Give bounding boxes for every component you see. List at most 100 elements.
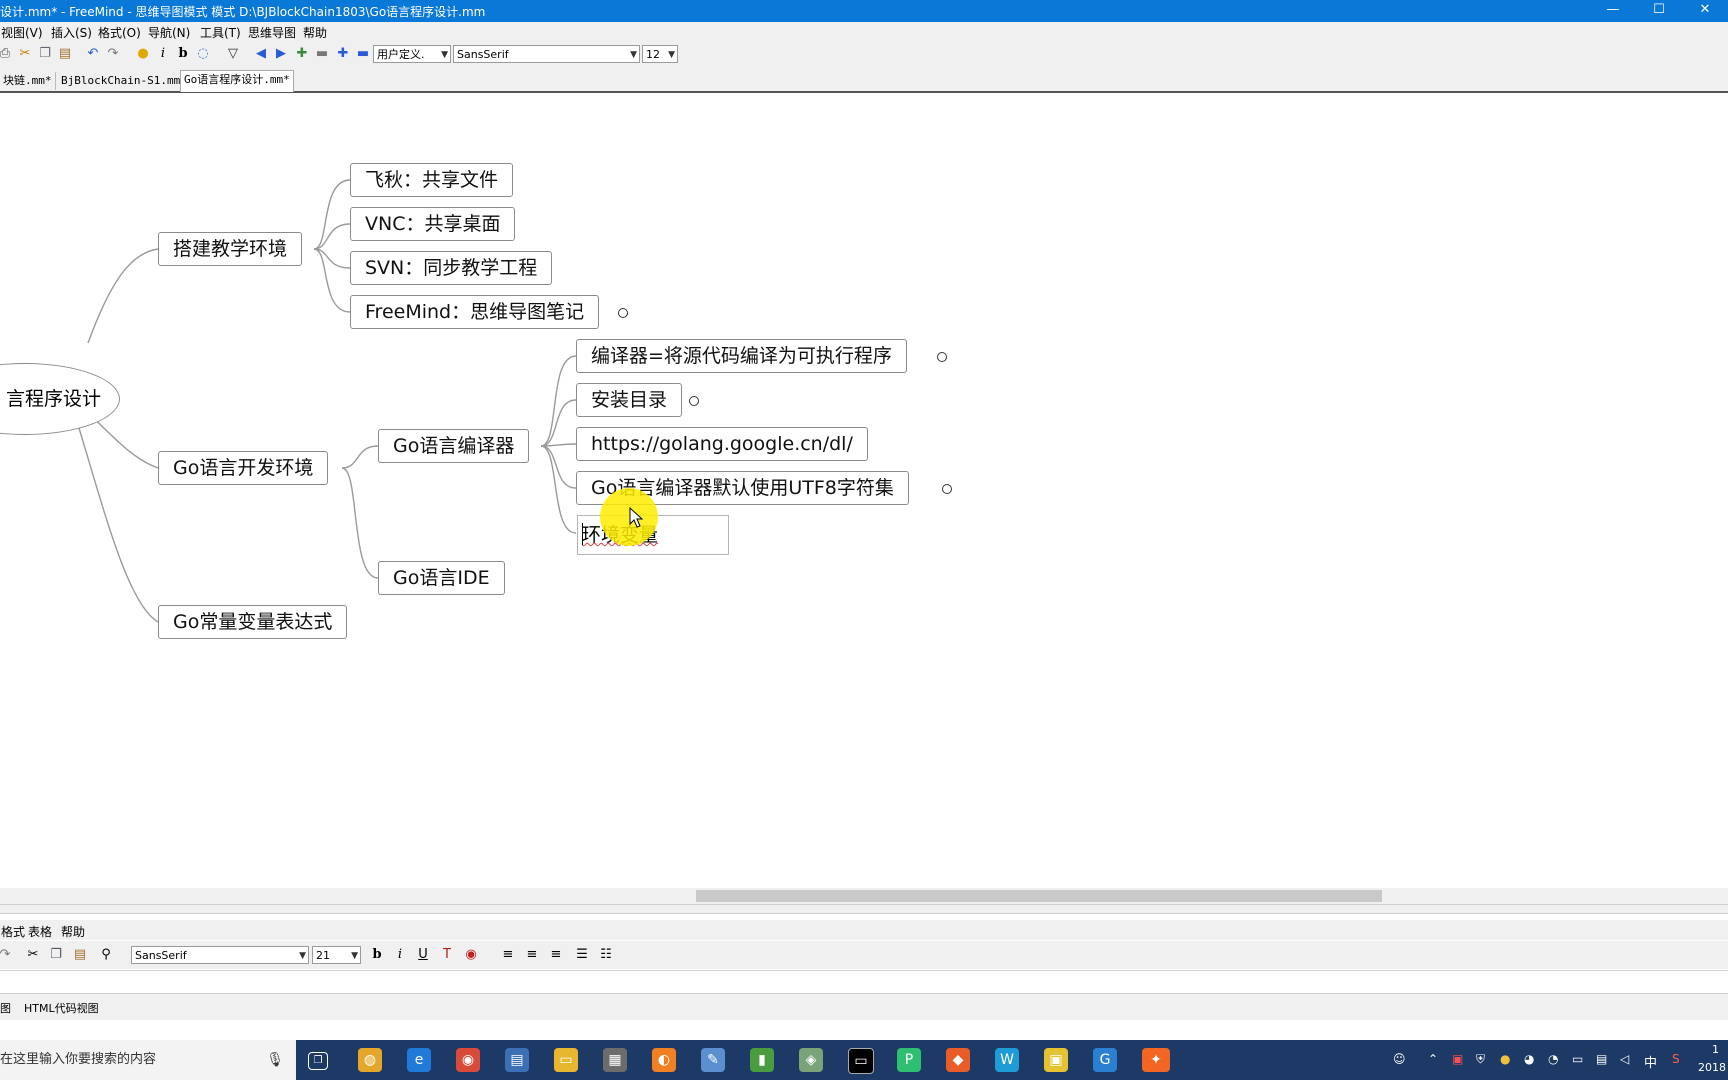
node-go-compiler[interactable]: Go语言编译器 xyxy=(378,429,530,463)
node-install-dir[interactable]: 安装目录 xyxy=(576,383,683,417)
people-icon[interactable]: ☺ xyxy=(1393,1052,1406,1066)
note-font-combo[interactable]: SansSerif ▼ xyxy=(131,946,309,964)
node-vnc[interactable]: VNC：共享桌面 xyxy=(350,207,516,241)
zoom-out-icon[interactable]: ▬ xyxy=(354,45,372,63)
fold-circle-icon[interactable] xyxy=(689,396,699,406)
arrow-left-icon[interactable]: ◀ xyxy=(252,45,270,63)
green-app-icon[interactable]: ▮ xyxy=(750,1048,774,1072)
goland-icon[interactable]: G xyxy=(1093,1048,1117,1072)
qq-icon[interactable]: ◕ xyxy=(1524,1052,1534,1066)
undo-icon[interactable]: ↶ xyxy=(84,45,102,63)
ime-indicator[interactable]: 中 xyxy=(1644,1052,1657,1071)
add-child-icon[interactable]: ✚ xyxy=(293,45,311,63)
menu-format[interactable]: 格式(O) xyxy=(98,24,141,41)
color-icon[interactable]: ◉ xyxy=(462,946,480,964)
paste-icon[interactable]: ▤ xyxy=(56,45,74,63)
minimize-button[interactable]: — xyxy=(1590,0,1636,22)
cut-icon[interactable]: ✂ xyxy=(16,45,34,63)
sogou-icon[interactable]: S xyxy=(1672,1052,1680,1066)
italic-icon[interactable]: i xyxy=(154,45,172,63)
remove-icon[interactable]: ▬ xyxy=(313,45,331,63)
taskbar-search[interactable]: 在这里输入你要搜索的内容 🎙 xyxy=(0,1040,296,1080)
tray-red-icon[interactable]: ▣ xyxy=(1452,1052,1463,1066)
strikethrough-icon[interactable]: T xyxy=(438,946,456,964)
scrollbar-thumb[interactable] xyxy=(696,890,1382,902)
numbered-list-icon[interactable]: ☷ xyxy=(597,946,615,964)
font-combo[interactable]: SansSerif ▼ xyxy=(453,45,640,63)
notes-app-icon[interactable]: ▤ xyxy=(505,1048,529,1072)
zoom-in-icon[interactable]: ✚ xyxy=(334,45,352,63)
note-menu-format[interactable]: 格式 xyxy=(1,923,25,940)
calculator-icon[interactable]: ▦ xyxy=(603,1048,627,1072)
chrome-app-icon[interactable]: ◍ xyxy=(358,1048,382,1072)
node-compiler-definition[interactable]: 编译器=将源代码编译为可执行程序 xyxy=(576,339,907,373)
close-button[interactable]: ✕ xyxy=(1682,0,1728,22)
bullet-list-icon[interactable]: ☰ xyxy=(573,946,591,964)
tab-bjblockchain-s1[interactable]: BjBlockChain-S1.mm* xyxy=(58,72,191,90)
menu-mindmap[interactable]: 思维导图 xyxy=(248,24,296,41)
tab-go-design[interactable]: Go语言程序设计.mm* xyxy=(180,70,294,92)
file-explorer-icon[interactable]: ▭ xyxy=(554,1048,578,1072)
node-freemind[interactable]: FreeMind：思维导图笔记 xyxy=(350,295,600,329)
node-svn[interactable]: SVN：同步教学工程 xyxy=(350,251,553,285)
tab-layout-view[interactable]: 图 xyxy=(0,1000,11,1016)
menu-help[interactable]: 帮助 xyxy=(303,24,327,41)
bold-icon[interactable]: b xyxy=(368,946,386,964)
size-combo[interactable]: 12 ▼ xyxy=(642,45,678,63)
volume-icon[interactable]: ◁ xyxy=(1620,1052,1629,1066)
find-binoculars-icon[interactable]: ⚲ xyxy=(97,946,115,964)
note-menu-help[interactable]: 帮助 xyxy=(61,923,85,940)
fold-circle-icon[interactable] xyxy=(942,484,952,494)
paint-app-icon[interactable]: ✎ xyxy=(701,1048,725,1072)
maximize-button[interactable]: ☐ xyxy=(1636,0,1682,22)
align-right-icon[interactable]: ≡ xyxy=(547,946,565,964)
redo-icon[interactable]: ↷ xyxy=(0,946,14,964)
wechat-icon[interactable]: ◔ xyxy=(1548,1052,1558,1066)
note-bubble-icon[interactable]: ◌ xyxy=(194,45,212,63)
clock-date[interactable]: 2018 xyxy=(1698,1061,1726,1074)
clock-time[interactable]: 1 xyxy=(1712,1043,1719,1056)
battery-icon[interactable]: ▭ xyxy=(1572,1052,1583,1066)
filter-icon[interactable]: ▽ xyxy=(224,45,242,63)
node-env-setup[interactable]: 搭建教学环境 xyxy=(158,232,303,266)
node-go-ide[interactable]: Go语言IDE xyxy=(378,561,505,595)
node-go-dev-env[interactable]: Go语言开发环境 xyxy=(158,451,329,485)
yellow-app-icon[interactable]: ▣ xyxy=(1044,1048,1068,1072)
terminal-icon[interactable]: ▭ xyxy=(848,1048,874,1074)
menu-navigate[interactable]: 导航(N) xyxy=(148,24,190,41)
fold-circle-icon[interactable] xyxy=(937,352,947,362)
paste-icon[interactable]: ▤ xyxy=(71,946,89,964)
note-size-combo[interactable]: 21 ▼ xyxy=(312,946,361,964)
redo-icon[interactable]: ↷ xyxy=(104,45,122,63)
chrome-browser-icon[interactable]: ◉ xyxy=(456,1048,480,1072)
align-center-icon[interactable]: ≡ xyxy=(523,946,541,964)
shield-icon[interactable]: ⛨ xyxy=(1476,1052,1485,1067)
pycharm-icon[interactable]: P xyxy=(897,1048,921,1072)
network-icon[interactable]: ▤ xyxy=(1596,1052,1607,1066)
italic-icon[interactable]: i xyxy=(391,946,409,964)
tab-html-code-view[interactable]: HTML代码视图 xyxy=(24,1000,99,1016)
copy-icon[interactable]: ❐ xyxy=(47,946,65,964)
task-view-icon[interactable]: ❐ xyxy=(308,1052,328,1070)
copy-icon[interactable]: ❐ xyxy=(36,45,54,63)
bold-icon[interactable]: b xyxy=(174,45,192,63)
fold-circle-icon[interactable] xyxy=(618,308,628,318)
pane-splitter[interactable] xyxy=(0,904,1728,914)
style-combo[interactable]: 用户定义. ▼ xyxy=(373,45,451,63)
note-text-area[interactable] xyxy=(0,970,1728,994)
arrow-right-icon[interactable]: ▶ xyxy=(272,45,290,63)
print-icon[interactable]: ⎙ xyxy=(0,45,14,63)
menu-view[interactable]: 视图(V) xyxy=(1,24,43,41)
tab-blockchain[interactable]: 块链.mm* xyxy=(0,72,56,90)
horizontal-scrollbar[interactable] xyxy=(0,888,1728,904)
eclipse-icon[interactable]: ◐ xyxy=(652,1048,676,1072)
menu-tools[interactable]: 工具(T) xyxy=(200,24,241,41)
microphone-icon[interactable]: 🎙 xyxy=(266,1040,284,1080)
git-icon[interactable]: ◆ xyxy=(946,1048,970,1072)
node-download-url[interactable]: https://golang.google.cn/dl/ xyxy=(576,427,868,461)
tray-yellow-icon[interactable]: ● xyxy=(1500,1052,1510,1066)
node-feiqiu[interactable]: 飞秋：共享文件 xyxy=(350,163,514,197)
underline-icon[interactable]: U xyxy=(414,946,432,964)
chevron-up-icon[interactable]: ⌃ xyxy=(1428,1052,1438,1066)
align-left-icon[interactable]: ≡ xyxy=(499,946,517,964)
